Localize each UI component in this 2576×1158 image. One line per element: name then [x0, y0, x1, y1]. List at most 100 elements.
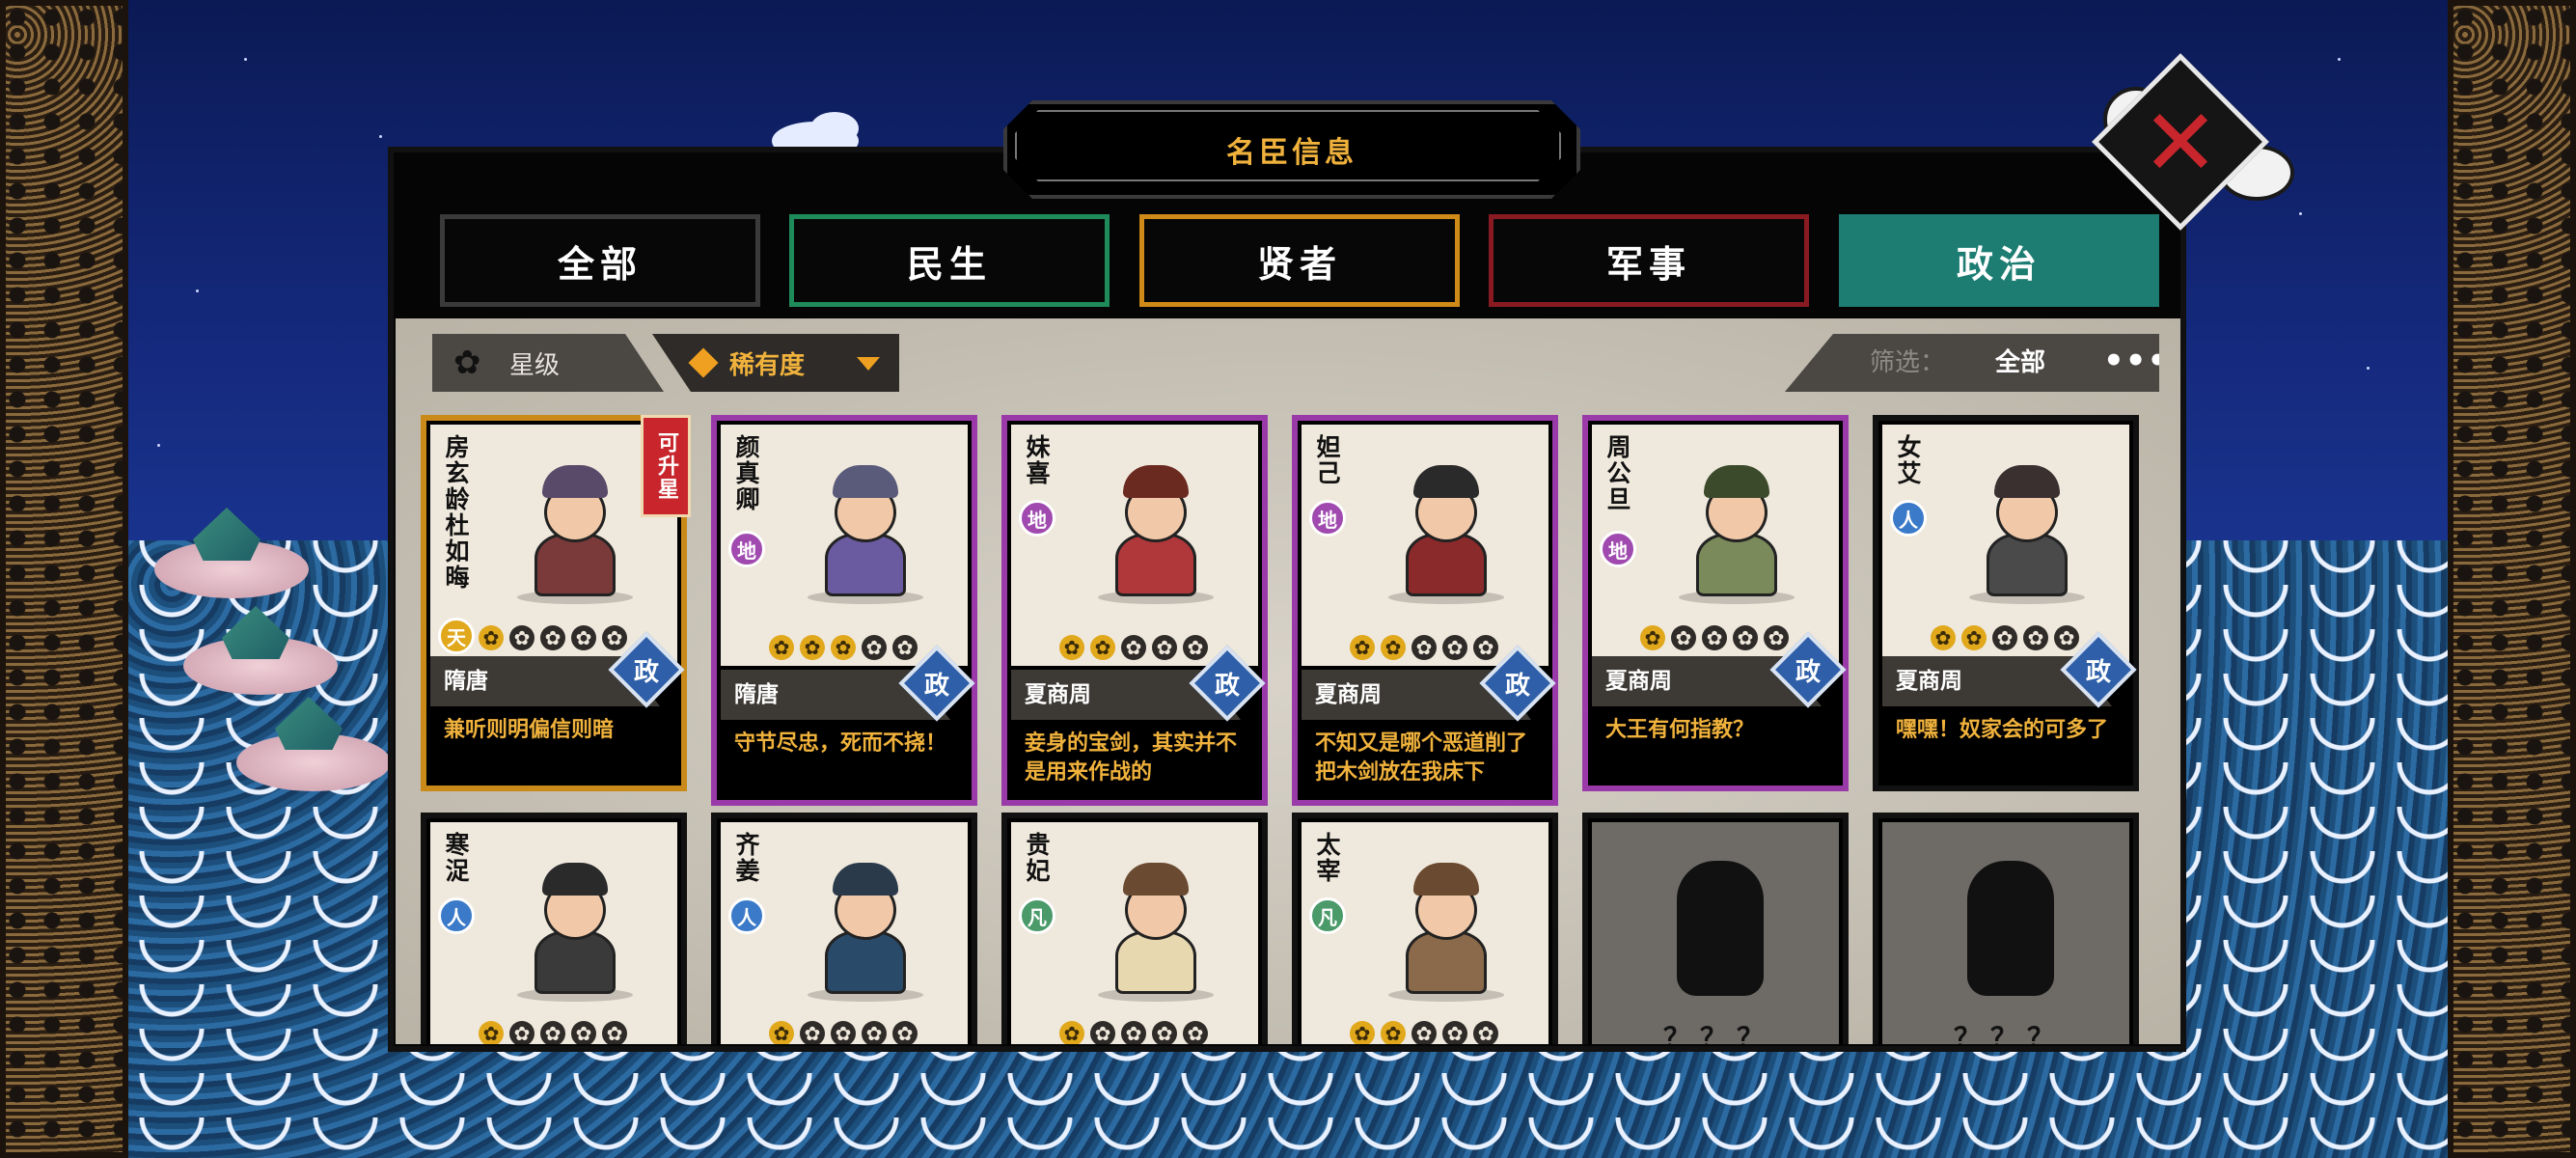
minister-name: 妲己 [1313, 434, 1341, 486]
star-rating: ✿ ✿ ✿ ✿ ✿ [1931, 625, 2079, 650]
minister-name: 女艾 [1894, 434, 1922, 486]
star-rating: ✿ ✿ ✿ ✿ ✿ [1350, 635, 1498, 660]
tab-politics[interactable]: 政治 [1839, 214, 2159, 307]
politics-type-label: 政 [923, 671, 949, 701]
minister-quote: 守节尽忠，死而不挠！ [734, 731, 947, 756]
tab-all[interactable]: 全部 [440, 214, 760, 307]
star-empty-icon: ✿ [509, 1021, 534, 1044]
portrait-area: ？？？ [1592, 822, 1839, 1044]
politics-type-label: 政 [633, 657, 659, 687]
close-x-icon[interactable]: ✕ [2132, 95, 2229, 191]
panel-title-frame [1015, 110, 1561, 181]
minister-card[interactable]: 女艾人 ✿ ✿ ✿ ✿ ✿ 夏商周政嘿嘿！奴家会的可多了 [1873, 415, 2139, 791]
minister-name: 颜真卿 [732, 434, 760, 512]
flower-star-icon: ✿ [453, 344, 481, 382]
minister-portrait [498, 448, 652, 612]
star-empty-icon: ✿ [1702, 625, 1727, 650]
star-rating: ✿ ✿ ✿ ✿ ✿ [769, 1021, 918, 1044]
tab-military[interactable]: 军事 [1489, 214, 1809, 307]
star-empty-icon: ✿ [571, 625, 596, 650]
cloud [810, 112, 859, 145]
minister-card[interactable]: 太宰凡 ✿ ✿ ✿ ✿ ✿ [1292, 813, 1558, 1044]
portrait-area: 贵妃凡 ✿ ✿ ✿ ✿ ✿ [1011, 822, 1258, 1044]
sort-by-rarity-dropdown[interactable]: 稀有度 [652, 334, 899, 392]
star-filled-icon: ✿ [1381, 1021, 1406, 1044]
portrait-area: ？？？ [1882, 822, 2129, 1044]
portrait-hair [1413, 863, 1479, 896]
locked-minister-card[interactable]: ？？？ [1873, 813, 2139, 1044]
minister-card[interactable]: 寒浞人 ✿ ✿ ✿ ✿ ✿ [421, 813, 687, 1044]
star-empty-icon: ✿ [1442, 1021, 1467, 1044]
portrait-hair [1413, 465, 1479, 498]
minister-quote: 嘿嘿！奴家会的可多了 [1896, 718, 2109, 742]
minister-name: 房玄龄杜如晦 [442, 434, 470, 591]
star-empty-icon: ✿ [1152, 635, 1177, 660]
minister-portrait [1950, 448, 2104, 612]
sort-by-star-button[interactable]: ✿ 星级 [432, 334, 664, 392]
star-filled-icon: ✿ [1350, 635, 1375, 660]
filter-bar[interactable]: 筛选： 全部 ••• [1785, 334, 2159, 392]
minister-quote: 妾身的宝剑，其实并不是用来作战的 [1025, 731, 1238, 785]
minister-grid-area: ✿ 星级 稀有度 筛选： 全部 ••• 房玄龄杜如晦天 ✿ ✿ ✿ ✿ ✿ 可升星 隋唐政兼听… [396, 318, 2180, 1044]
silhouette-figure [1967, 861, 2054, 996]
star-empty-icon: ✿ [892, 1021, 918, 1044]
minister-card[interactable]: 颜真卿地 ✿ ✿ ✿ ✿ ✿ 隋唐政守节尽忠，死而不挠！ [711, 415, 977, 806]
politics-type-label: 政 [1795, 657, 1821, 687]
star-filled-icon: ✿ [1931, 625, 1956, 650]
star-empty-icon: ✿ [1090, 1021, 1115, 1044]
star-empty-icon: ✿ [1183, 1021, 1208, 1044]
rank-badge: 凡 [1309, 897, 1346, 934]
portrait-area: 齐姜人 ✿ ✿ ✿ ✿ ✿ [721, 822, 968, 1044]
star-empty-icon: ✿ [2023, 625, 2048, 650]
star-empty-icon: ✿ [1121, 1021, 1146, 1044]
star-rating: ✿ ✿ ✿ ✿ ✿ [479, 625, 627, 650]
minister-name: 寒浞 [442, 832, 470, 884]
rank-badge: 凡 [1019, 897, 1055, 934]
portrait-area: 妲己地 ✿ ✿ ✿ ✿ ✿ [1302, 425, 1548, 666]
minister-card[interactable]: 齐姜人 ✿ ✿ ✿ ✿ ✿ [711, 813, 977, 1044]
rank-badge: 天 [438, 618, 475, 654]
portrait-hair [1704, 465, 1769, 498]
star-rating: ✿ ✿ ✿ ✿ ✿ [769, 635, 918, 660]
rank-badge: 地 [1600, 531, 1636, 567]
minister-portrait [1369, 845, 1523, 1009]
star-empty-icon: ✿ [602, 1021, 627, 1044]
star-filled-icon: ✿ [1640, 625, 1665, 650]
minister-card[interactable]: 房玄龄杜如晦天 ✿ ✿ ✿ ✿ ✿ 可升星 隋唐政兼听则明偏信则暗 [421, 415, 691, 791]
portrait-hair [542, 465, 608, 498]
star-filled-icon: ✿ [1961, 625, 1987, 650]
star-empty-icon: ✿ [862, 635, 887, 660]
silhouette-figure [1677, 861, 1764, 996]
minister-quote: 兼听则明偏信则暗 [444, 718, 615, 742]
caret-down-icon [857, 357, 880, 371]
star-empty-icon: ✿ [1411, 635, 1437, 660]
star-rating: ✿ ✿ ✿ ✿ ✿ [1350, 1021, 1498, 1044]
star-filled-icon: ✿ [769, 635, 794, 660]
star-empty-icon: ✿ [1411, 1021, 1437, 1044]
portrait-area: 颜真卿地 ✿ ✿ ✿ ✿ ✿ [721, 425, 968, 666]
unknown-name: ？？？ [1663, 1022, 1774, 1044]
minister-card[interactable]: 周公旦地 ✿ ✿ ✿ ✿ ✿ 夏商周政大王有何指教？ [1582, 415, 1849, 791]
star-filled-icon: ✿ [769, 1021, 794, 1044]
more-options-icon[interactable]: ••• [2103, 334, 2159, 392]
star-empty-icon: ✿ [571, 1021, 596, 1044]
minister-card[interactable]: 妹喜地 ✿ ✿ ✿ ✿ ✿ 夏商周政妾身的宝剑，其实并不是用来作战的 [1001, 415, 1268, 806]
tab-sages[interactable]: 贤者 [1139, 214, 1460, 307]
minister-portrait [1079, 845, 1233, 1009]
rank-badge: 地 [1309, 500, 1346, 537]
star-filled-icon: ✿ [1381, 635, 1406, 660]
star-empty-icon: ✿ [1152, 1021, 1177, 1044]
star-rating: ✿ ✿ ✿ ✿ ✿ [1059, 1021, 1208, 1044]
minister-card[interactable]: 妲己地 ✿ ✿ ✿ ✿ ✿ 夏商周政不知又是哪个恶道削了把木剑放在我床下 [1292, 415, 1558, 806]
portrait-hair [1123, 863, 1189, 896]
star-empty-icon: ✿ [540, 625, 565, 650]
minister-card[interactable]: 贵妃凡 ✿ ✿ ✿ ✿ ✿ [1001, 813, 1268, 1044]
portrait-area: 太宰凡 ✿ ✿ ✿ ✿ ✿ [1302, 822, 1548, 1044]
locked-minister-card[interactable]: ？？？ [1582, 813, 1849, 1044]
star-filled-icon: ✿ [479, 1021, 504, 1044]
category-tabs: 全部 民生 贤者 军事 政治 [440, 214, 2159, 307]
star-filled-icon: ✿ [1350, 1021, 1375, 1044]
tab-livelihood[interactable]: 民生 [789, 214, 1110, 307]
minister-name: 妹喜 [1023, 434, 1051, 486]
star-empty-icon: ✿ [1473, 1021, 1498, 1044]
